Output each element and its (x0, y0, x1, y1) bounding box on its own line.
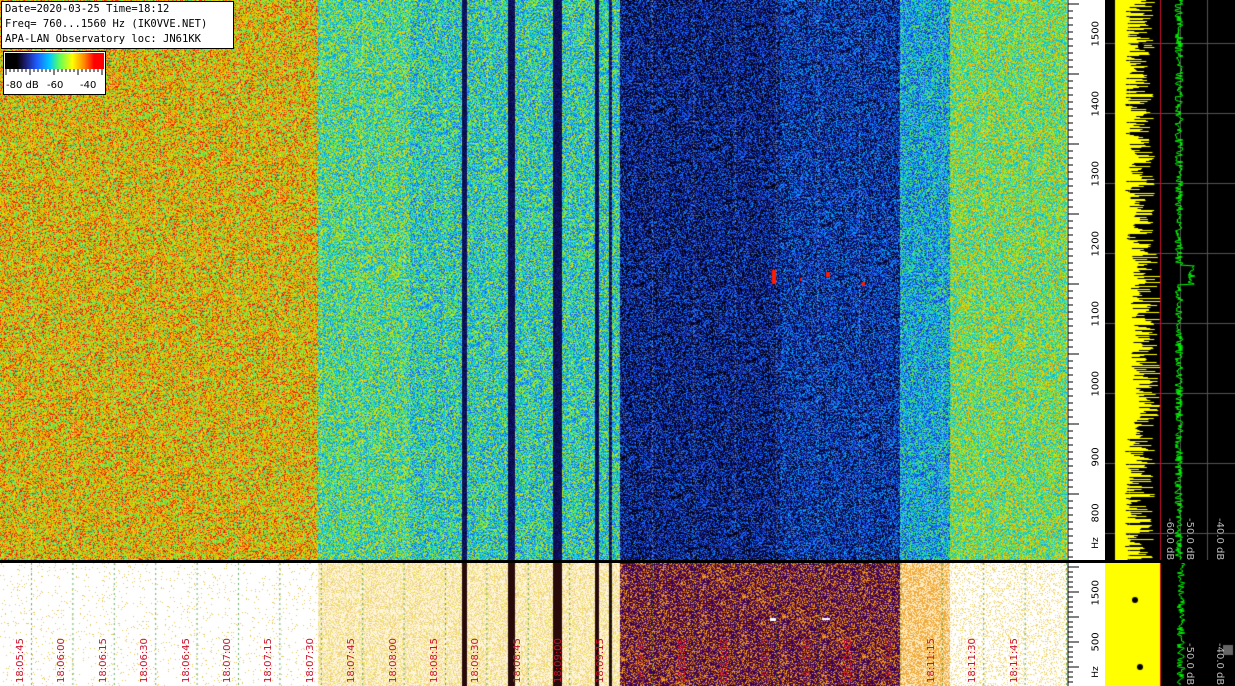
freq-tick-label: 800 (1090, 503, 1102, 523)
time-tick-label: 18:06:15 (97, 638, 109, 683)
spectrum-panel: -60.0 dB -50.0 dB -40.0 dB (1105, 0, 1235, 560)
time-tick-label: 18:11:45 (1008, 638, 1020, 683)
freq-tick-label: 1500 (1090, 21, 1102, 47)
spectrum-label-50: -50.0 dB (1184, 518, 1195, 561)
time-tick-label: 18:10:15 (760, 638, 772, 683)
time-tick-label: 18:05:45 (15, 638, 26, 683)
time-tick-label: 18:09:30 (636, 638, 647, 683)
spectrum-label-60: -60.0 dB (1164, 518, 1175, 561)
frequency-axis-ticks (1067, 0, 1079, 560)
waterfall-main[interactable] (0, 0, 1067, 560)
time-tick-label: 18:10:30 (801, 638, 813, 683)
colorbar-label-max: -40 (80, 80, 97, 91)
colorbar: -80 dB -60 -40 (3, 51, 106, 95)
time-tick-label: 18:09:45 (677, 638, 689, 683)
info-freq: Freq= 760...1560 Hz (IK0VVE.NET) (5, 18, 208, 30)
frequency-axis: 1500 1400 1300 1200 1100 1000 900 800 Hz (1067, 0, 1105, 560)
time-tick-label: 18:08:45 (511, 638, 523, 683)
time-tick-label: 18:11:15 (925, 638, 937, 683)
spectrum-canvas (1105, 0, 1235, 560)
lower-frequency-axis: 1500 500 Hz (1067, 563, 1105, 686)
freq-tick-label: 900 (1090, 447, 1102, 467)
colorbar-label-mid: -60 (47, 80, 64, 91)
spectrum-label-40: -40.0 dB (1214, 518, 1225, 561)
waterfall-canvas (0, 0, 1067, 560)
info-box: Date=2020-03-25 Time=18:12 Freq= 760...1… (1, 1, 234, 49)
time-tick-label: 18:11:30 (967, 638, 979, 683)
time-tick-label: 18:06:30 (139, 638, 151, 683)
lower-freq-tick-label: 1500 (1090, 580, 1102, 606)
colorbar-ticks (5, 69, 103, 75)
freq-tick-label: 1000 (1090, 371, 1102, 397)
lower-spectrum-label-40: -40.0 dB (1214, 643, 1225, 686)
freq-tick-label: 1400 (1090, 91, 1102, 117)
time-tick-label: 18:07:45 (346, 638, 358, 683)
time-tick-label: 18:07:00 (222, 638, 233, 683)
lower-freq-tick-label: 500 (1090, 632, 1102, 652)
time-tick-label: 18:06:45 (180, 638, 192, 683)
time-tick-label: 18:08:15 (429, 638, 440, 683)
freq-tick-label: 1200 (1090, 231, 1102, 257)
lower-spectrum-label-50: -50.0 dB (1184, 643, 1195, 686)
colorbar-gradient (5, 53, 104, 69)
time-tick-label: 18:09:00 (553, 638, 565, 683)
time-tick-label: 18:07:15 (263, 638, 275, 683)
time-tick-label: 18:10:00 (718, 638, 730, 683)
time-tick-label: 18:06:00 (56, 638, 68, 683)
spectrogram-window: 18:05:45 18:06:00 18:06:15 18:06:30 18:06:45… (0, 0, 1235, 686)
time-tick-label: 18:10:45 (843, 638, 854, 683)
time-tick-label: 18:11:00 (884, 638, 896, 683)
time-tick-label: 18:08:00 (387, 638, 399, 683)
time-tick-label: 18:09:15 (594, 638, 606, 683)
colorbar-label-min: -80 dB (6, 80, 39, 91)
lower-spectrum-panel: -50.0 dB -40.0 dB (1105, 563, 1235, 686)
info-date: Date=2020-03-25 Time=18:12 (5, 3, 170, 15)
freq-unit-label: Hz (1091, 537, 1101, 549)
time-tick-label: 18:08:30 (470, 638, 482, 683)
lower-freq-unit-label: Hz (1091, 666, 1101, 678)
freq-tick-label: 1300 (1090, 161, 1102, 187)
waterfall-lower[interactable]: 18:05:45 18:06:00 18:06:15 18:06:30 18:06:45… (0, 563, 1067, 686)
time-tick-label: 18:07:30 (304, 638, 316, 683)
waterfall-lower-canvas (0, 563, 1067, 686)
freq-tick-label: 1100 (1090, 301, 1102, 327)
info-observatory: APA-LAN Observatory loc: JN61KK (5, 33, 201, 45)
